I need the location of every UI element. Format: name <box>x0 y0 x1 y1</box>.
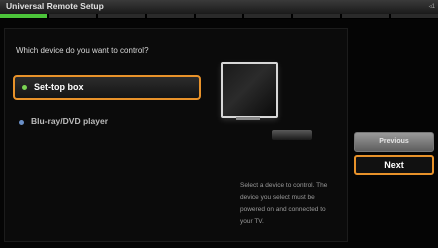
tv-stand <box>236 117 260 120</box>
option-label: Set-top box <box>34 82 84 92</box>
progress-step <box>0 14 47 18</box>
option-set-top-box[interactable]: Set-top box <box>13 75 201 100</box>
corner-indicator: ◃1 <box>428 4 435 10</box>
selected-indicator-icon <box>22 85 27 90</box>
next-button[interactable]: Next <box>354 155 434 175</box>
progress-step <box>293 14 341 18</box>
progress-step <box>195 14 243 18</box>
question-text: Which device do you want to control? <box>16 46 149 55</box>
progress-step <box>48 14 96 18</box>
device-description: Select a device to control. The device y… <box>240 182 328 225</box>
progress-step <box>391 14 438 18</box>
set-top-box-icon <box>272 130 312 140</box>
title-bar: Universal Remote Setup ◃1 <box>0 0 438 14</box>
option-indicator-icon <box>19 120 24 125</box>
option-bluray-dvd-player[interactable]: Blu-ray/DVD player <box>13 112 201 137</box>
tv-icon <box>221 62 278 118</box>
remote-setup-screen: Universal Remote Setup ◃1 Which device d… <box>0 0 438 248</box>
progress-steps <box>0 14 438 19</box>
option-label: Blu-ray/DVD player <box>31 116 108 126</box>
progress-step <box>244 14 292 18</box>
progress-step <box>146 14 194 18</box>
previous-button[interactable]: Previous <box>354 132 434 152</box>
window-title: Universal Remote Setup <box>6 1 104 11</box>
progress-step <box>342 14 390 18</box>
progress-step <box>97 14 145 18</box>
